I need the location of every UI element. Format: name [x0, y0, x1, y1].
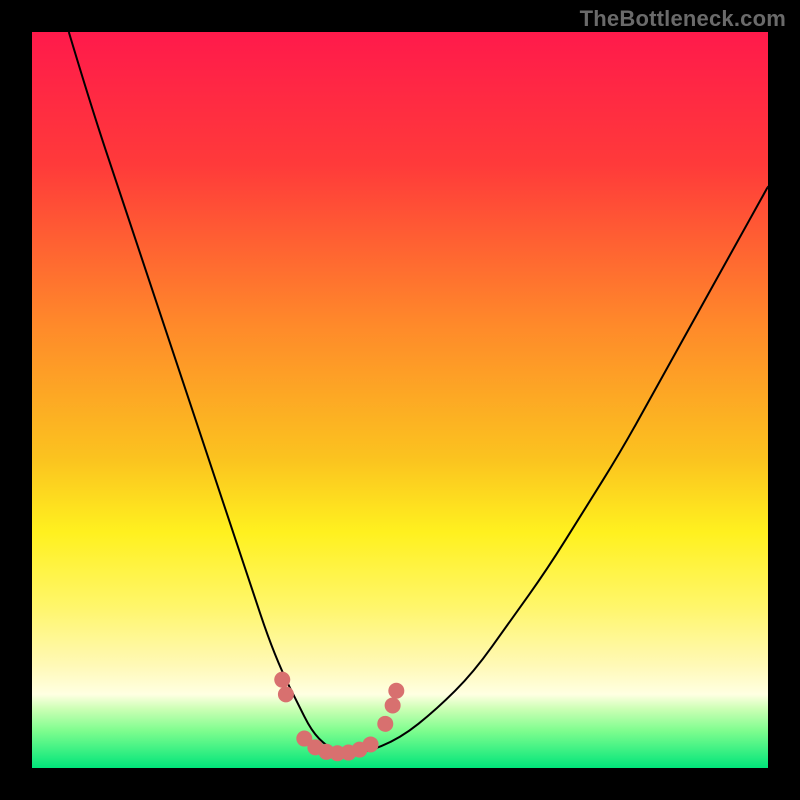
gradient-background [32, 32, 768, 768]
highlight-dot [274, 672, 290, 688]
outer-frame: TheBottleneck.com [0, 0, 800, 800]
plot-area [32, 32, 768, 768]
highlight-dot [278, 686, 294, 702]
highlight-dot [377, 716, 393, 732]
watermark-text: TheBottleneck.com [580, 6, 786, 32]
bottleneck-chart [32, 32, 768, 768]
highlight-dot [385, 697, 401, 713]
highlight-dot [363, 736, 379, 752]
highlight-dot [388, 683, 404, 699]
